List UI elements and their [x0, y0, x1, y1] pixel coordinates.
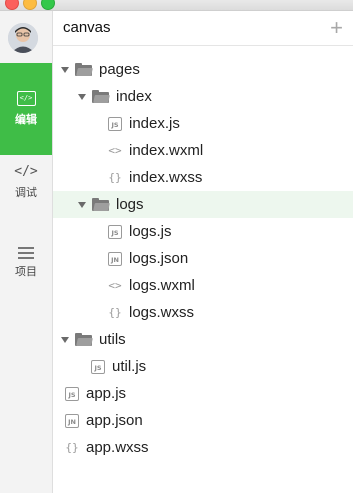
tree-item-label: app.json [86, 412, 143, 429]
tree-file-row[interactable]: JS app.js [53, 380, 353, 407]
tree-folder-row[interactable]: utils [53, 326, 353, 353]
chevron-down-icon[interactable] [61, 336, 69, 343]
tree-item-label: utils [99, 331, 126, 348]
wxml-file-icon: <> [108, 279, 122, 292]
js-file-icon: JS [65, 386, 79, 401]
folder-open-icon [92, 90, 110, 103]
tree-file-row[interactable]: <> logs.wxml [53, 272, 353, 299]
nav-project[interactable]: 项目 [0, 219, 52, 307]
add-file-button[interactable]: + [330, 15, 343, 41]
tree-file-row[interactable]: {} logs.wxss [53, 299, 353, 326]
tree-file-row[interactable]: <> index.wxml [53, 137, 353, 164]
sidebar: </> 编辑 </> 调试 项目 [0, 11, 53, 493]
tree-item-label: logs.json [129, 250, 189, 267]
wxss-file-icon: {} [65, 441, 79, 454]
chevron-down-icon[interactable] [61, 66, 69, 73]
menu-lines-icon [18, 247, 34, 259]
tree-item-label: index.js [129, 115, 180, 132]
folder-open-icon [75, 333, 93, 346]
tree-folder-row[interactable]: logs [53, 191, 353, 218]
code-box-icon: </> [16, 91, 36, 106]
explorer-header: canvas + [53, 11, 353, 46]
tree-file-row[interactable]: JS util.js [53, 353, 353, 380]
tree-item-label: logs.wxml [129, 277, 195, 294]
avatar-image [8, 23, 38, 53]
code-brackets-icon: </> [14, 164, 38, 179]
nav-debug[interactable]: </> 调试 [0, 138, 52, 226]
tree-file-row[interactable]: JS logs.js [53, 218, 353, 245]
nav-debug-label: 调试 [15, 186, 37, 199]
wxss-file-icon: {} [108, 306, 122, 319]
tree-item-label: index.wxml [129, 142, 204, 159]
zoom-window-button[interactable] [41, 0, 55, 10]
json-file-icon: JN [108, 251, 122, 266]
tree-file-row[interactable]: {} app.wxss [53, 434, 353, 461]
tree-file-row[interactable]: JN app.json [53, 407, 353, 434]
wxss-file-icon: {} [108, 171, 122, 184]
tree-item-label: app.js [86, 385, 127, 402]
js-file-icon: JS [108, 116, 122, 131]
window-titlebar [0, 0, 353, 11]
json-file-icon: JN [65, 413, 79, 428]
tree-item-label: logs [116, 196, 144, 213]
tree-item-label: logs.wxss [129, 304, 195, 321]
wxml-file-icon: <> [108, 144, 122, 157]
tree-item-label: app.wxss [86, 439, 149, 456]
project-title: canvas [63, 19, 111, 36]
tree-item-label: index [116, 88, 152, 105]
close-window-button[interactable] [5, 0, 19, 10]
tree-item-label: pages [99, 61, 140, 78]
tree-item-label: index.wxss [129, 169, 203, 186]
tree-folder-row[interactable]: pages [53, 56, 353, 83]
chevron-down-icon[interactable] [78, 201, 86, 208]
file-explorer: canvas + pages index JS index.js <> index.wxm… [53, 11, 353, 493]
tree-file-row[interactable]: JN logs.json [53, 245, 353, 272]
folder-open-icon [92, 198, 110, 211]
tree-file-row[interactable]: {} index.wxss [53, 164, 353, 191]
tree-item-label: logs.js [129, 223, 172, 240]
tree-file-row[interactable]: JS index.js [53, 110, 353, 137]
js-file-icon: JS [91, 359, 105, 374]
chevron-down-icon[interactable] [78, 93, 86, 100]
nav-edit-label: 编辑 [15, 113, 37, 126]
tree-folder-row[interactable]: index [53, 83, 353, 110]
js-file-icon: JS [108, 224, 122, 239]
avatar[interactable] [8, 23, 38, 53]
nav-project-label: 项目 [15, 265, 37, 278]
folder-open-icon [75, 63, 93, 76]
minimize-window-button[interactable] [23, 0, 37, 10]
tree-item-label: util.js [112, 358, 147, 375]
